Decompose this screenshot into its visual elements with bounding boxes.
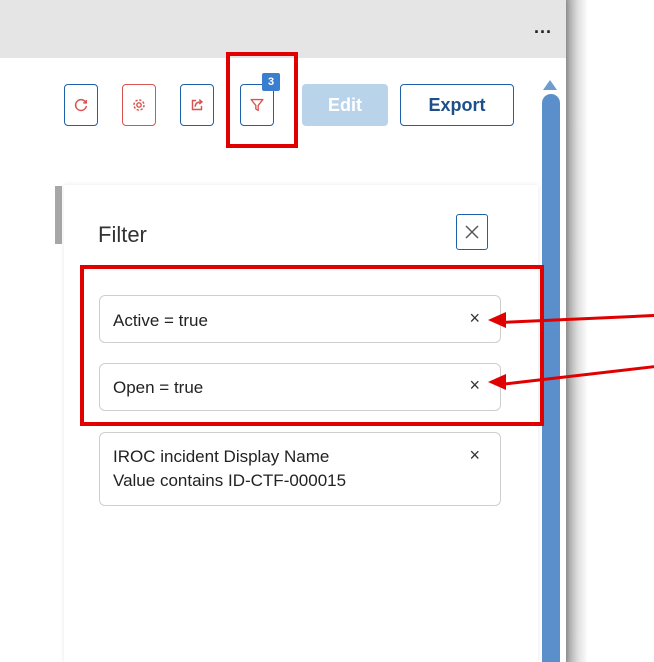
share-button[interactable] bbox=[180, 84, 214, 126]
settings-icon bbox=[133, 99, 145, 111]
remove-filter-icon[interactable]: × bbox=[469, 445, 480, 466]
annotation-arrow-head bbox=[488, 374, 506, 390]
share-icon bbox=[191, 99, 204, 111]
panel-header-bar: ... bbox=[0, 0, 566, 58]
highlight-box-filter-chips bbox=[80, 265, 544, 426]
more-options-icon[interactable]: ... bbox=[534, 18, 552, 36]
panel-shadow bbox=[566, 0, 588, 662]
left-scroll-indicator bbox=[55, 186, 62, 244]
close-icon bbox=[465, 225, 479, 239]
filter-chip-label-line1: IROC incident Display Name bbox=[113, 447, 330, 466]
filter-chip-label: IROC incident Display Name Value contain… bbox=[113, 445, 443, 493]
filter-chip-display-name: IROC incident Display Name Value contain… bbox=[99, 432, 501, 506]
filter-title: Filter bbox=[98, 222, 147, 247]
refresh-icon bbox=[74, 98, 88, 112]
filter-close-button[interactable] bbox=[456, 214, 488, 250]
annotation-arrow-head bbox=[488, 312, 506, 328]
export-button[interactable]: Export bbox=[400, 84, 514, 126]
filter-chip-label-line2: Value contains ID-CTF-000015 bbox=[113, 471, 347, 490]
edit-button[interactable]: Edit bbox=[302, 84, 388, 126]
settings-button[interactable] bbox=[122, 84, 156, 126]
scroll-up-icon[interactable] bbox=[543, 80, 557, 90]
refresh-button[interactable] bbox=[64, 84, 98, 126]
highlight-box-filter-button bbox=[226, 52, 298, 148]
